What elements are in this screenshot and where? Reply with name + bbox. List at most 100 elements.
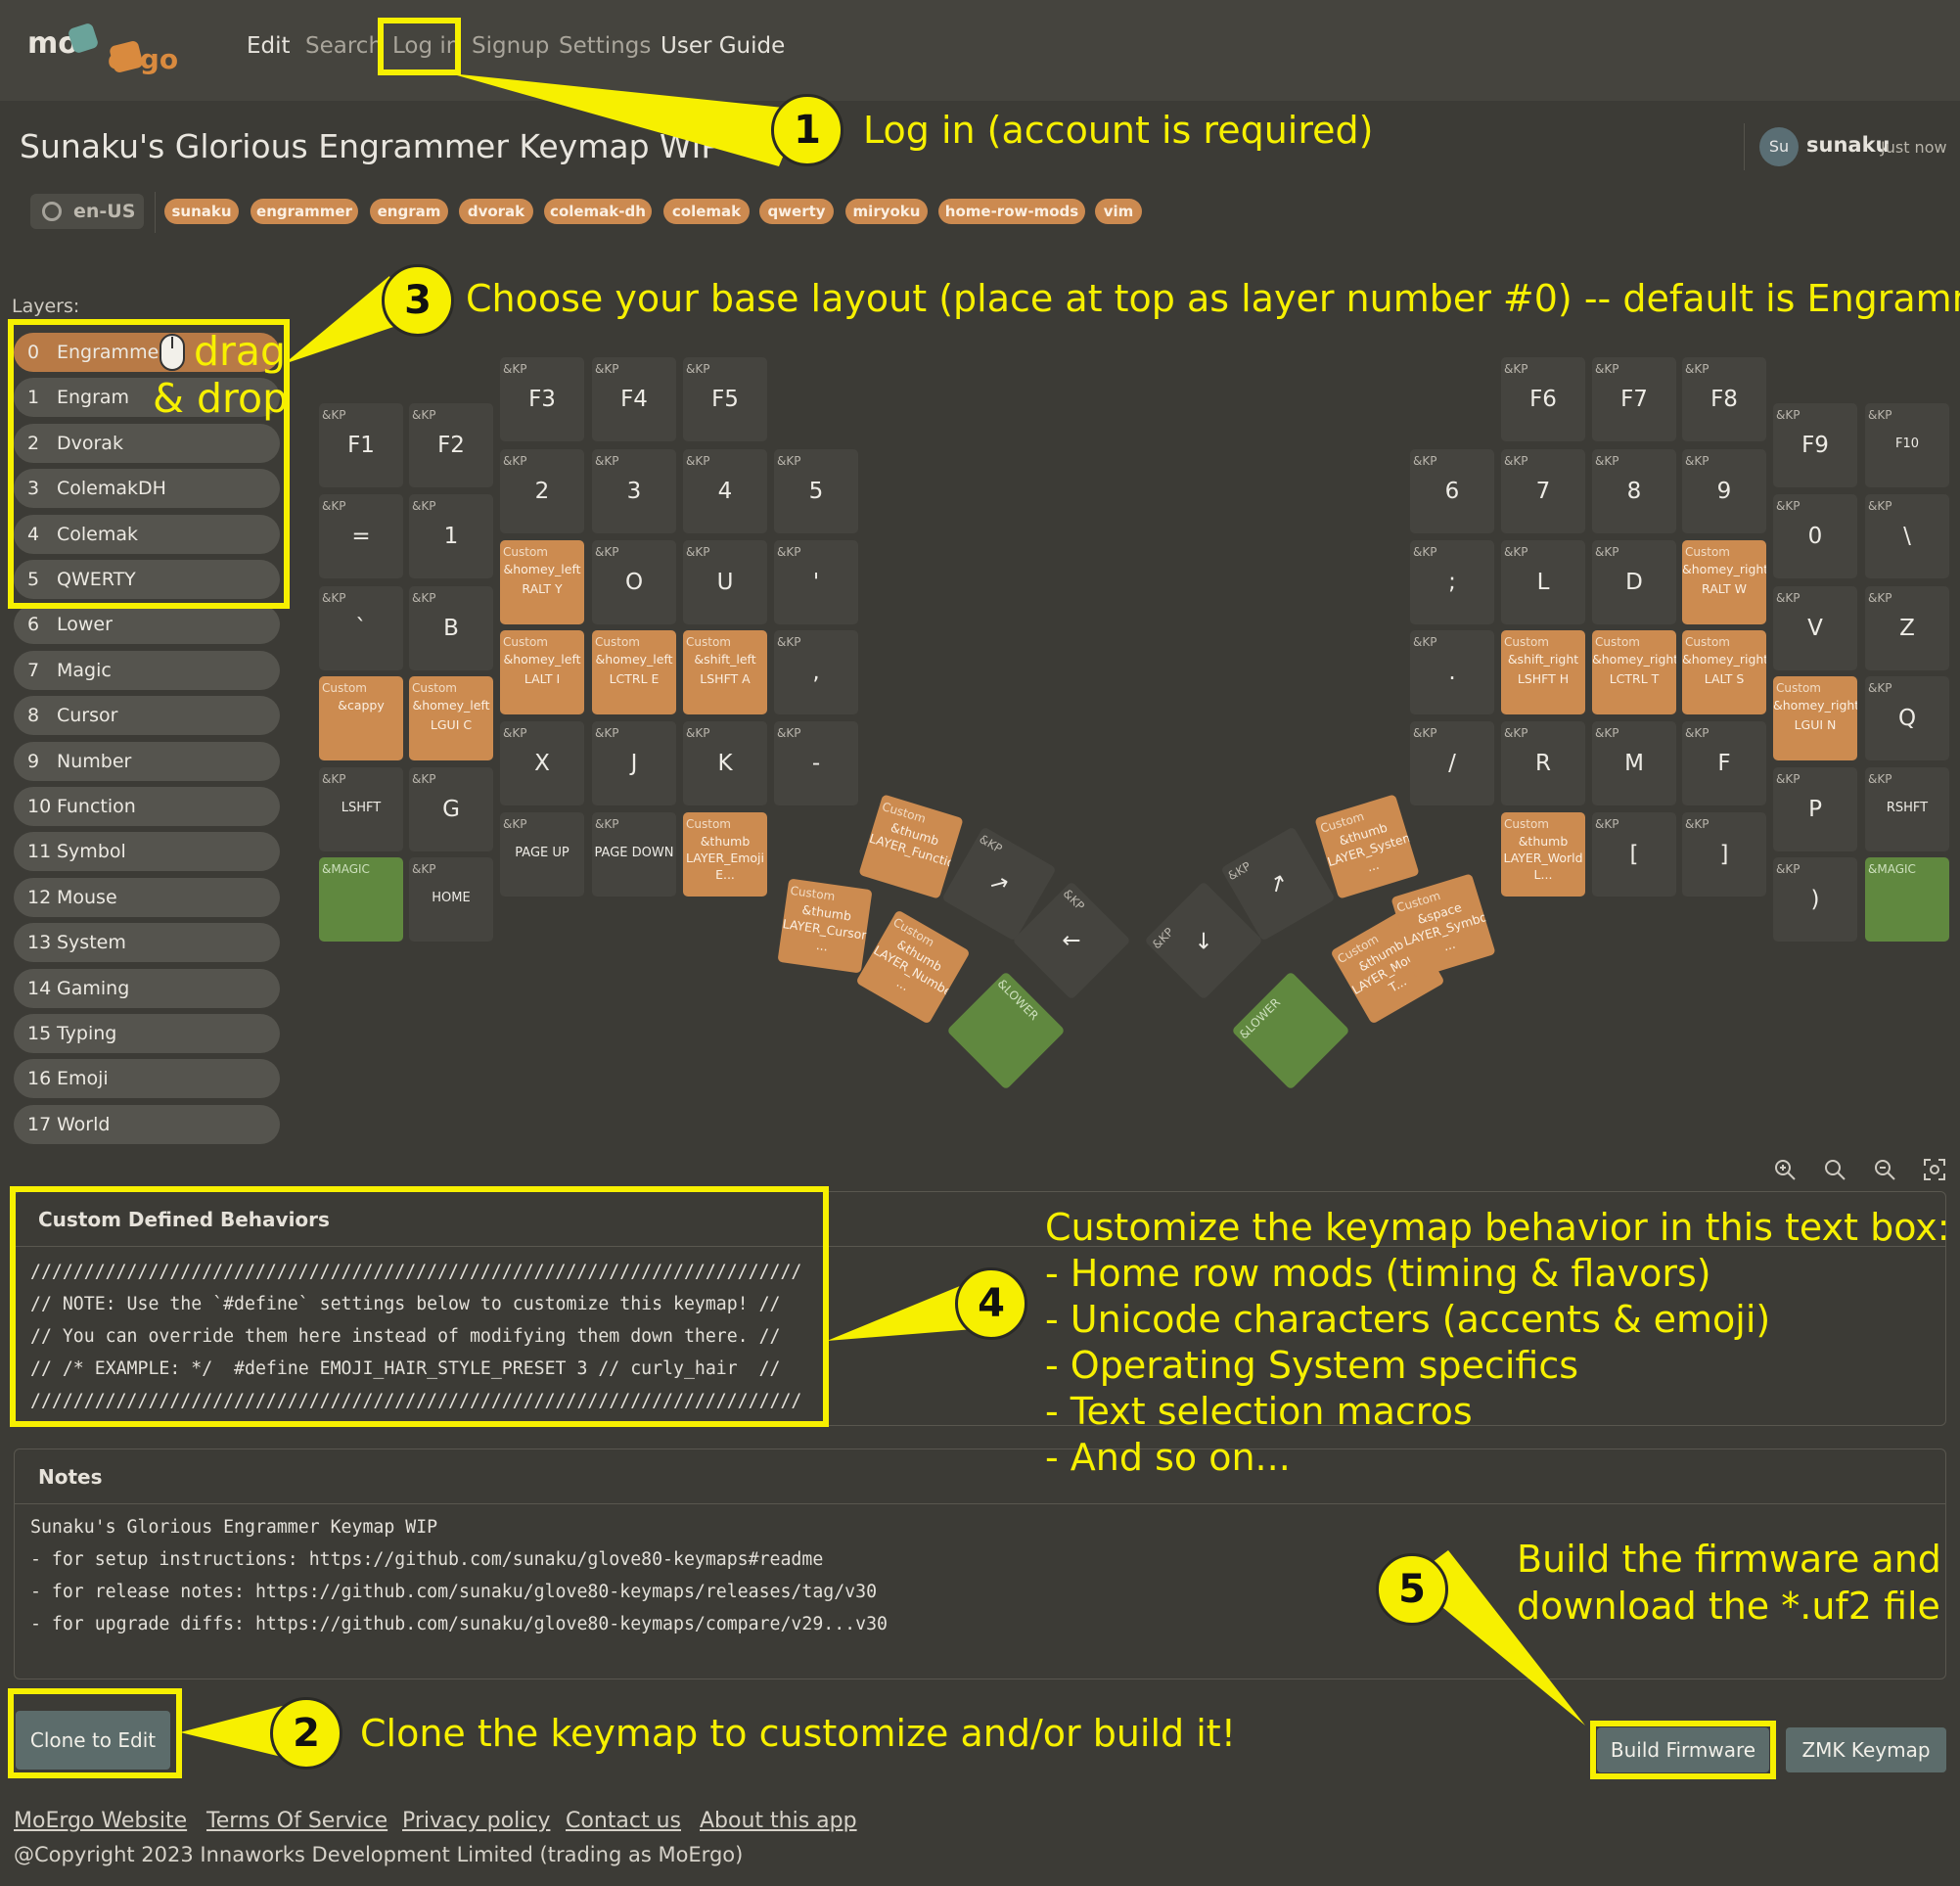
keyboard-key[interactable]: &KP X: [500, 721, 584, 805]
keyboard-key[interactable]: &KP P: [1773, 767, 1857, 851]
keyboard-key[interactable]: &KP F2: [409, 403, 493, 487]
tag[interactable]: miryoku: [845, 199, 928, 224]
keyboard-key[interactable]: &KP 2: [500, 449, 584, 533]
keyboard-key[interactable]: &KP): [1773, 857, 1857, 942]
keyboard-key[interactable]: &KP F6: [1501, 357, 1585, 441]
custom-key[interactable]: Custom &homey_right LALT S: [1682, 630, 1766, 714]
zoom-in-icon[interactable]: [1773, 1158, 1797, 1181]
keyboard-key[interactable]: &KP 0: [1773, 494, 1857, 578]
layer-item[interactable]: 7 Magic: [14, 650, 280, 690]
layer-item[interactable]: 15 Typing: [14, 1014, 280, 1053]
keyboard-key[interactable]: &KP RSHFT: [1865, 767, 1949, 851]
keyboard-key[interactable]: &KP 9: [1682, 449, 1766, 533]
custom-key[interactable]: Custom &thumb LAYER_World L...: [1501, 812, 1585, 897]
layer-item[interactable]: 8 Cursor: [14, 696, 280, 736]
keyboard-key[interactable]: &KP Z: [1865, 586, 1949, 670]
tag[interactable]: dvorak: [459, 199, 533, 224]
author-name[interactable]: sunaku: [1806, 133, 1891, 157]
keyboard-key[interactable]: &KP F1: [319, 403, 403, 487]
keyboard-key[interactable]: &KP \: [1865, 494, 1949, 578]
layer-item[interactable]: 13 System: [14, 923, 280, 963]
keyboard-key[interactable]: &KP HOME: [409, 857, 493, 942]
layer-key[interactable]: &MAGIC: [1865, 857, 1949, 942]
custom-key[interactable]: Custom &homey_left LGUI C: [409, 676, 493, 760]
keyboard-key[interactable]: &KP F10: [1865, 403, 1949, 487]
keyboard-key[interactable]: &KP L: [1501, 540, 1585, 624]
keyboard-key[interactable]: &KP D: [1592, 540, 1676, 624]
keyboard-key[interactable]: &KP 4: [683, 449, 767, 533]
tag[interactable]: engram: [370, 199, 448, 224]
keyboard-key[interactable]: &KP PAGE UP: [500, 812, 584, 897]
tag[interactable]: home-row-mods: [938, 199, 1085, 224]
tag[interactable]: sunaku: [164, 199, 239, 224]
zmk-keymap-button[interactable]: ZMK Keymap: [1786, 1727, 1946, 1772]
custom-key[interactable]: Custom &homey_right LGUI N: [1773, 676, 1857, 760]
keyboard-key[interactable]: &KP.: [1410, 630, 1494, 714]
custom-key[interactable]: Custom &homey_left LCTRL E: [592, 630, 676, 714]
tag[interactable]: colemak-dh: [544, 199, 652, 224]
avatar[interactable]: Su: [1759, 127, 1799, 166]
custom-key[interactable]: Custom &thumb LAYER_Cursor...: [777, 878, 873, 974]
custom-key[interactable]: Custom &shift_right LSHFT H: [1501, 630, 1585, 714]
keyboard-key[interactable]: &KP PAGE DOWN: [592, 812, 676, 897]
keyboard-key[interactable]: &KP F5: [683, 357, 767, 441]
keyboard-key[interactable]: &KP R: [1501, 721, 1585, 805]
keyboard-key[interactable]: &KP `: [319, 586, 403, 670]
tag[interactable]: qwerty: [759, 199, 834, 224]
layer-item[interactable]: 16 Emoji: [14, 1059, 280, 1099]
keyboard-key[interactable]: &KP J: [592, 721, 676, 805]
keyboard-key[interactable]: &KP 3: [592, 449, 676, 533]
keyboard-key[interactable]: &KP K: [683, 721, 767, 805]
layer-item[interactable]: 12 Mouse: [14, 877, 280, 917]
keyboard-key[interactable]: &KP B: [409, 586, 493, 670]
tag[interactable]: vim: [1095, 199, 1142, 224]
custom-key[interactable]: Custom &cappy: [319, 676, 403, 760]
layer-key[interactable]: &LOWER: [946, 971, 1066, 1090]
layer-item[interactable]: 9 Number: [14, 741, 280, 781]
footer-link-contact[interactable]: Contact us: [566, 1809, 681, 1833]
layer-key[interactable]: &LOWER: [1231, 971, 1350, 1090]
keyboard-key[interactable]: &KP LSHFT: [319, 767, 403, 851]
keyboard-key[interactable]: &KP 6: [1410, 449, 1494, 533]
tag[interactable]: colemak: [663, 199, 750, 224]
keyboard-key[interactable]: &KP =: [319, 494, 403, 578]
keyboard-key[interactable]: &KP 7: [1501, 449, 1585, 533]
fit-screen-icon[interactable]: [1923, 1158, 1946, 1181]
keyboard-key[interactable]: &KP [: [1592, 812, 1676, 897]
keyboard-key[interactable]: &KP 5: [774, 449, 858, 533]
footer-link-terms[interactable]: Terms Of Service: [206, 1809, 387, 1833]
footer-link-about[interactable]: About this app: [700, 1809, 857, 1833]
zoom-out-icon[interactable]: [1873, 1158, 1896, 1181]
keyboard-key[interactable]: &KP F: [1682, 721, 1766, 805]
footer-link-moergo-website[interactable]: MoErgo Website: [14, 1809, 187, 1833]
keyboard-key[interactable]: &KP;: [1410, 540, 1494, 624]
nav-signup[interactable]: Signup: [472, 33, 549, 59]
custom-key[interactable]: Custom &homey_left LALT I: [500, 630, 584, 714]
custom-key[interactable]: Custom &thumb LAYER_System...: [1314, 794, 1420, 899]
layer-item[interactable]: 11 Symbol: [14, 832, 280, 872]
keyboard-key[interactable]: &KP -: [774, 721, 858, 805]
layer-item[interactable]: 6 Lower: [14, 605, 280, 645]
nav-user-guide[interactable]: User Guide: [661, 33, 785, 59]
custom-key[interactable]: Custom &homey_right RALT W: [1682, 540, 1766, 624]
keyboard-key[interactable]: &KP]: [1682, 812, 1766, 897]
layer-item[interactable]: 14 Gaming: [14, 968, 280, 1008]
keyboard-key[interactable]: &KP Q: [1865, 676, 1949, 760]
keyboard-key[interactable]: &KP U: [683, 540, 767, 624]
layer-item[interactable]: 10 Function: [14, 787, 280, 826]
custom-key[interactable]: Custom &shift_left LSHFT A: [683, 630, 767, 714]
nav-edit[interactable]: Edit: [247, 33, 291, 59]
layer-key[interactable]: &MAGIC: [319, 857, 403, 942]
keyboard-key[interactable]: &KP 1: [409, 494, 493, 578]
keyboard-key[interactable]: &KP G: [409, 767, 493, 851]
custom-key[interactable]: Custom &homey_left RALT Y: [500, 540, 584, 624]
nav-search[interactable]: Search: [305, 33, 383, 59]
tag[interactable]: engrammer: [251, 199, 358, 224]
nav-settings[interactable]: Settings: [559, 33, 651, 59]
custom-key[interactable]: Custom &thumb LAYER_Functio...: [858, 794, 964, 899]
footer-link-privacy[interactable]: Privacy policy: [402, 1809, 550, 1833]
custom-key[interactable]: Custom &thumb LAYER_Number...: [855, 909, 971, 1025]
keyboard-key[interactable]: &KP M: [1592, 721, 1676, 805]
keyboard-key[interactable]: &KP F8: [1682, 357, 1766, 441]
keyboard-key[interactable]: &KP V: [1773, 586, 1857, 670]
